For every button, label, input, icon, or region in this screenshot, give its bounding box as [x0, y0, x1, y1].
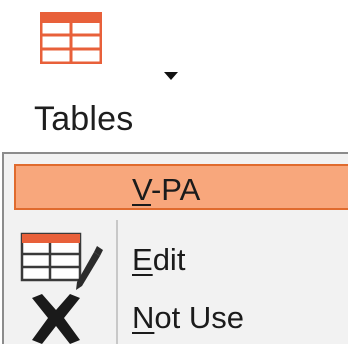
tables-dropdown-menu: V-PA Edit Not Use [2, 152, 348, 344]
dropdown-arrow-icon[interactable] [164, 72, 178, 80]
menu-item-not-use[interactable]: Not Use [4, 292, 348, 344]
menu-item-label: Not Use [132, 300, 244, 335]
menu-item-label: V-PA [132, 172, 201, 207]
menu-item-edit[interactable]: Edit [4, 232, 348, 290]
table-edit-icon [20, 232, 103, 290]
table-icon [40, 12, 102, 64]
menu-item-label: Edit [132, 242, 186, 277]
ribbon-stage: Tables V-PA Edit Not Use [0, 0, 348, 344]
close-x-icon [32, 294, 80, 344]
menu-item-v-pa[interactable]: V-PA [14, 164, 348, 210]
tables-button-label: Tables [34, 100, 134, 138]
